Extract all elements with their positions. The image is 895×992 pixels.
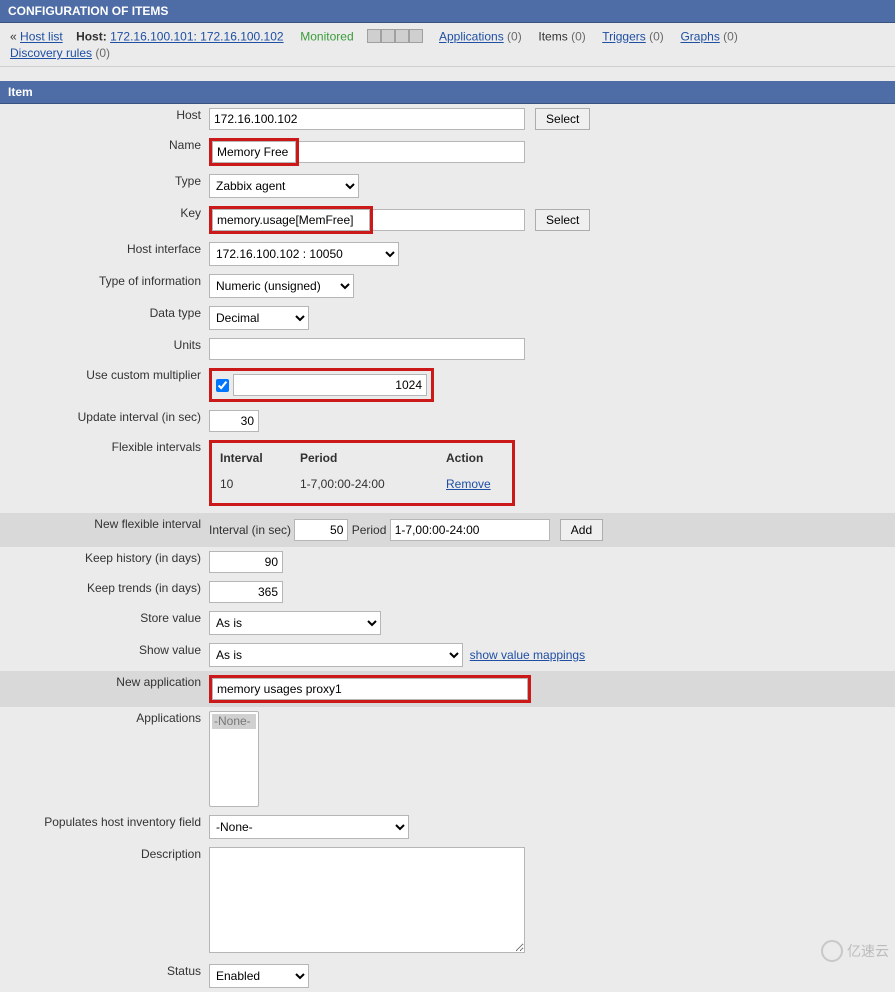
host-label: Host:: [76, 30, 107, 44]
inv-label: Populates host inventory field: [0, 811, 205, 843]
type-label: Type: [0, 170, 205, 202]
newflex-ilabel: Interval (in sec): [209, 523, 291, 537]
triggers-count: (0): [649, 30, 664, 44]
desc-label: Description: [0, 843, 205, 960]
datatype-label: Data type: [0, 302, 205, 334]
update-label: Update interval (in sec): [0, 406, 205, 436]
name-label: Name: [0, 134, 205, 170]
discovery-count: (0): [95, 46, 110, 60]
flex-highlight: Interval Period Action 10 1-7,00:00-24:0…: [209, 440, 515, 506]
name-input[interactable]: [212, 141, 296, 163]
name-highlight: [209, 138, 299, 166]
hist-label: Keep history (in days): [0, 547, 205, 577]
host-select-button[interactable]: Select: [535, 108, 590, 130]
flex-td-period: 1-7,00:00-24:00: [298, 471, 444, 497]
page-header: CONFIGURATION OF ITEMS: [0, 0, 895, 23]
graphs-count: (0): [723, 30, 738, 44]
items-link: Items: [538, 30, 567, 44]
key-label: Key: [0, 202, 205, 238]
nav-icon-2[interactable]: [381, 29, 395, 43]
newflex-interval-input[interactable]: [294, 519, 348, 541]
host-input[interactable]: [209, 108, 525, 130]
flex-label: Flexible intervals: [0, 436, 205, 513]
newflex-plabel: Period: [352, 523, 387, 537]
trend-label: Keep trends (in days): [0, 577, 205, 607]
back-symbol: «: [10, 30, 17, 44]
flex-th-period: Period: [298, 445, 444, 471]
host-label: Host: [0, 104, 205, 134]
applications-link[interactable]: Applications: [439, 30, 504, 44]
status-label: Status: [0, 960, 205, 992]
apps-label: Applications: [0, 707, 205, 811]
type-select[interactable]: Zabbix agent: [209, 174, 359, 198]
trend-input[interactable]: [209, 581, 283, 603]
mult-input[interactable]: [233, 374, 427, 396]
flex-table: Interval Period Action 10 1-7,00:00-24:0…: [218, 445, 524, 497]
items-count: (0): [571, 30, 586, 44]
watermark-text: 亿速云: [847, 941, 889, 961]
applications-count: (0): [507, 30, 522, 44]
watermark-icon: [821, 940, 843, 962]
flex-td-interval: 10: [218, 471, 298, 497]
add-button[interactable]: Add: [560, 519, 603, 541]
flex-th-interval: Interval: [218, 445, 298, 471]
watermark: 亿速云: [821, 940, 889, 962]
section-header: Item: [0, 81, 895, 104]
mult-highlight: [209, 368, 434, 402]
units-input[interactable]: [209, 338, 525, 360]
apps-listbox[interactable]: -None-: [209, 711, 259, 807]
show-value-mappings-link[interactable]: show value mappings: [470, 648, 585, 662]
nav-icon-1[interactable]: [367, 29, 381, 43]
key-input[interactable]: [212, 209, 370, 231]
triggers-link[interactable]: Triggers: [602, 30, 646, 44]
key-highlight: [209, 206, 373, 234]
newflex-label: New flexible interval: [0, 513, 205, 547]
nav-icon-4[interactable]: [409, 29, 423, 43]
mult-label: Use custom multiplier: [0, 364, 205, 406]
key-input-rest[interactable]: [373, 209, 525, 231]
nav-icon-group: [367, 29, 423, 46]
host-list-link[interactable]: Host list: [20, 30, 63, 44]
breadcrumb: « Host list Host: 172.16.100.101: 172.16…: [0, 23, 895, 67]
show-label: Show value: [0, 639, 205, 671]
newapp-input[interactable]: [212, 678, 528, 700]
store-label: Store value: [0, 607, 205, 639]
units-label: Units: [0, 334, 205, 364]
hostif-select[interactable]: 172.16.100.102 : 10050: [209, 242, 399, 266]
show-select[interactable]: As is: [209, 643, 463, 667]
monitored-status: Monitored: [300, 30, 353, 44]
update-input[interactable]: [209, 410, 259, 432]
infotype-label: Type of information: [0, 270, 205, 302]
newapp-highlight: [209, 675, 531, 703]
inv-select[interactable]: -None-: [209, 815, 409, 839]
store-select[interactable]: As is: [209, 611, 381, 635]
newflex-period-input[interactable]: [390, 519, 550, 541]
desc-textarea[interactable]: [209, 847, 525, 953]
newapp-label: New application: [0, 671, 205, 707]
discovery-link[interactable]: Discovery rules: [10, 46, 92, 60]
graphs-link[interactable]: Graphs: [680, 30, 719, 44]
key-select-button[interactable]: Select: [535, 209, 590, 231]
infotype-select[interactable]: Numeric (unsigned): [209, 274, 354, 298]
mult-checkbox[interactable]: [216, 379, 229, 392]
datatype-select[interactable]: Decimal: [209, 306, 309, 330]
host-ip-link[interactable]: 172.16.100.101: 172.16.100.102: [110, 30, 284, 44]
name-input-rest[interactable]: [299, 141, 525, 163]
flex-th-action: Action: [444, 445, 524, 471]
flex-remove-link[interactable]: Remove: [446, 477, 491, 491]
hist-input[interactable]: [209, 551, 283, 573]
hostif-label: Host interface: [0, 238, 205, 270]
nav-icon-3[interactable]: [395, 29, 409, 43]
item-form: Host Select Name Type Zabbix agent Key: [0, 104, 895, 992]
